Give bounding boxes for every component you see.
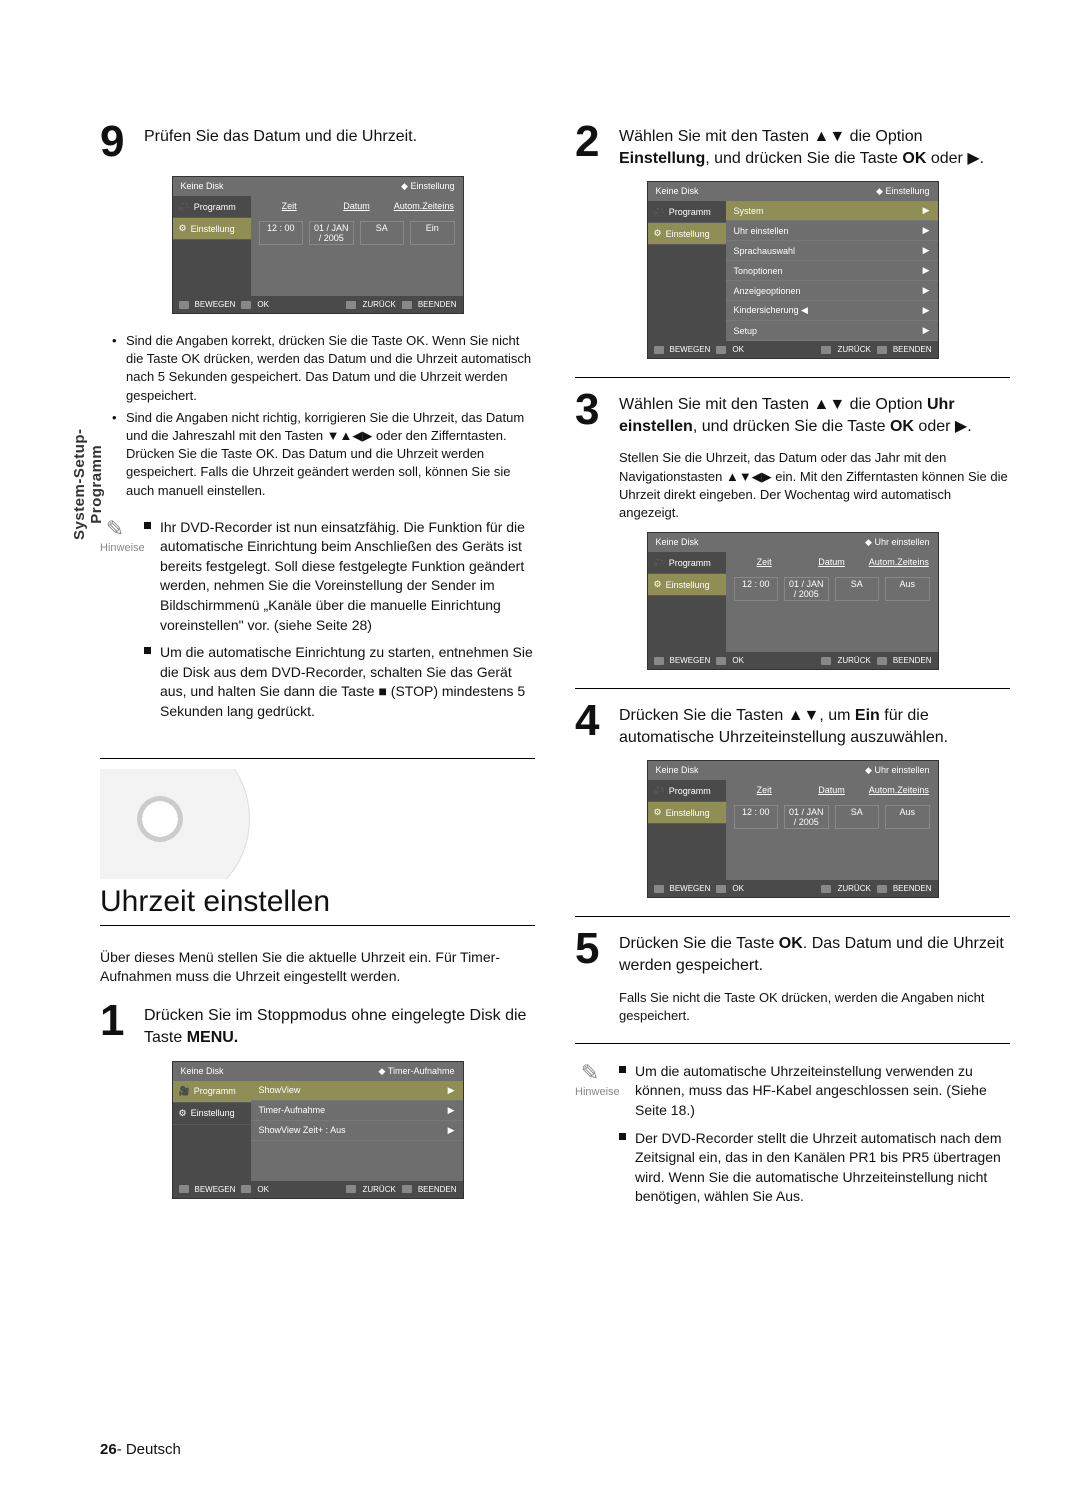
hint-item: Der DVD-Recorder stellt die Uhrzeit auto… bbox=[619, 1129, 1010, 1207]
step-text: Drücken Sie die Tasten ▲▼, um Ein für di… bbox=[619, 699, 1010, 748]
step-text: Prüfen Sie das Datum und die Uhrzeit. bbox=[144, 120, 417, 164]
step-1: 1 Drücken Sie im Stoppmodus ohne eingele… bbox=[100, 999, 535, 1048]
bullet-item: Sind die Angaben nicht richtig, korrigie… bbox=[112, 409, 535, 500]
hint-list: Um die automatische Uhrzeiteinstellung v… bbox=[619, 1062, 1010, 1215]
step-number: 1 bbox=[100, 999, 134, 1048]
osd-screenshot-timer-menu: Keine Disk ◆ Timer-Aufnahme 🎥 Programm ⚙… bbox=[172, 1061, 464, 1199]
step-4: 4 Drücken Sie die Tasten ▲▼, um Ein für … bbox=[575, 699, 1010, 748]
step-3: 3 Wählen Sie mit den Tasten ▲▼ die Optio… bbox=[575, 388, 1010, 437]
step-text: Drücken Sie im Stoppmodus ohne eingelegt… bbox=[144, 999, 535, 1048]
bullet-item: Sind die Angaben korrekt, drücken Sie di… bbox=[112, 332, 535, 405]
section-divider bbox=[100, 758, 535, 759]
section-title: Uhrzeit einstellen bbox=[100, 885, 535, 919]
content-columns: 9 Prüfen Sie das Datum und die Uhrzeit. … bbox=[100, 120, 1010, 1217]
osd-side-programm: 🎥 Programm bbox=[173, 196, 251, 218]
vertical-section-label: System-Setup- Programm bbox=[72, 428, 105, 540]
side-label-line1: System-Setup- bbox=[71, 428, 88, 540]
hint-item: Ihr DVD-Recorder ist nun einsatzfähig. D… bbox=[144, 518, 535, 636]
step3-subtext: Stellen Sie die Uhrzeit, das Datum oder … bbox=[619, 449, 1010, 522]
section-intro: Über dieses Menü stellen Sie die aktuell… bbox=[100, 948, 535, 986]
step-text: Drücken Sie die Taste OK. Das Datum und … bbox=[619, 927, 1010, 976]
step-number: 2 bbox=[575, 120, 609, 169]
step9-bullets: Sind die Angaben korrekt, drücken Sie di… bbox=[112, 332, 535, 500]
cd-illustration bbox=[100, 769, 535, 879]
section-divider bbox=[100, 925, 535, 926]
page-lang: - Deutsch bbox=[117, 1441, 181, 1458]
side-label-line2: Programm bbox=[89, 428, 106, 540]
step-5: 5 Drücken Sie die Taste OK. Das Datum un… bbox=[575, 927, 1010, 976]
step-text: Wählen Sie mit den Tasten ▲▼ die Option … bbox=[619, 120, 1010, 169]
page-footer: 26- Deutsch bbox=[100, 1441, 181, 1458]
osd-screenshot-settings-list: Keine Disk ◆ Einstellung 🎥 Programm ⚙ Ei… bbox=[647, 181, 939, 359]
step-number: 4 bbox=[575, 699, 609, 748]
step-number: 9 bbox=[100, 120, 134, 164]
osd-screenshot-clock-aus1: Keine Disk ◆ Uhr einstellen 🎥 Programm ⚙… bbox=[647, 532, 939, 670]
step-2: 2 Wählen Sie mit den Tasten ▲▼ die Optio… bbox=[575, 120, 1010, 169]
manual-page: System-Setup- Programm 9 Prüfen Sie das … bbox=[0, 0, 1080, 1494]
note-icon: ✎ Hinweise bbox=[575, 1062, 605, 1098]
hint-list: Ihr DVD-Recorder ist nun einsatzfähig. D… bbox=[144, 518, 535, 730]
step-divider bbox=[575, 1043, 1010, 1044]
step-number: 3 bbox=[575, 388, 609, 437]
hint-item: Um die automatische Uhrzeiteinstellung v… bbox=[619, 1062, 1010, 1121]
osd-screenshot-einstellung-ein: Keine Disk ◆ Einstellung 🎥 Programm ⚙ Ei… bbox=[172, 176, 464, 314]
left-column: 9 Prüfen Sie das Datum und die Uhrzeit. … bbox=[100, 120, 535, 1217]
step-text: Wählen Sie mit den Tasten ▲▼ die Option … bbox=[619, 388, 1010, 437]
osd-side-einstellung: ⚙ Einstellung bbox=[173, 218, 251, 240]
hint-item: Um die automatische Einrichtung zu start… bbox=[144, 643, 535, 721]
step-divider bbox=[575, 688, 1010, 689]
step-divider bbox=[575, 377, 1010, 378]
right-column: 2 Wählen Sie mit den Tasten ▲▼ die Optio… bbox=[575, 120, 1010, 1217]
step5-subtext: Falls Sie nicht die Taste OK drücken, we… bbox=[619, 989, 1010, 1025]
step-divider bbox=[575, 916, 1010, 917]
hint-block: ✎ Hinweise Ihr DVD-Recorder ist nun eins… bbox=[100, 518, 535, 730]
step-9: 9 Prüfen Sie das Datum und die Uhrzeit. bbox=[100, 120, 535, 164]
page-number: 26 bbox=[100, 1441, 117, 1458]
hint-block: ✎ Hinweise Um die automatische Uhrzeitei… bbox=[575, 1062, 1010, 1215]
osd-title: ◆ Einstellung bbox=[401, 181, 454, 192]
osd-no-disk: Keine Disk bbox=[181, 181, 224, 192]
osd-screenshot-clock-aus2: Keine Disk ◆ Uhr einstellen 🎥 Programm ⚙… bbox=[647, 760, 939, 898]
step-number: 5 bbox=[575, 927, 609, 976]
